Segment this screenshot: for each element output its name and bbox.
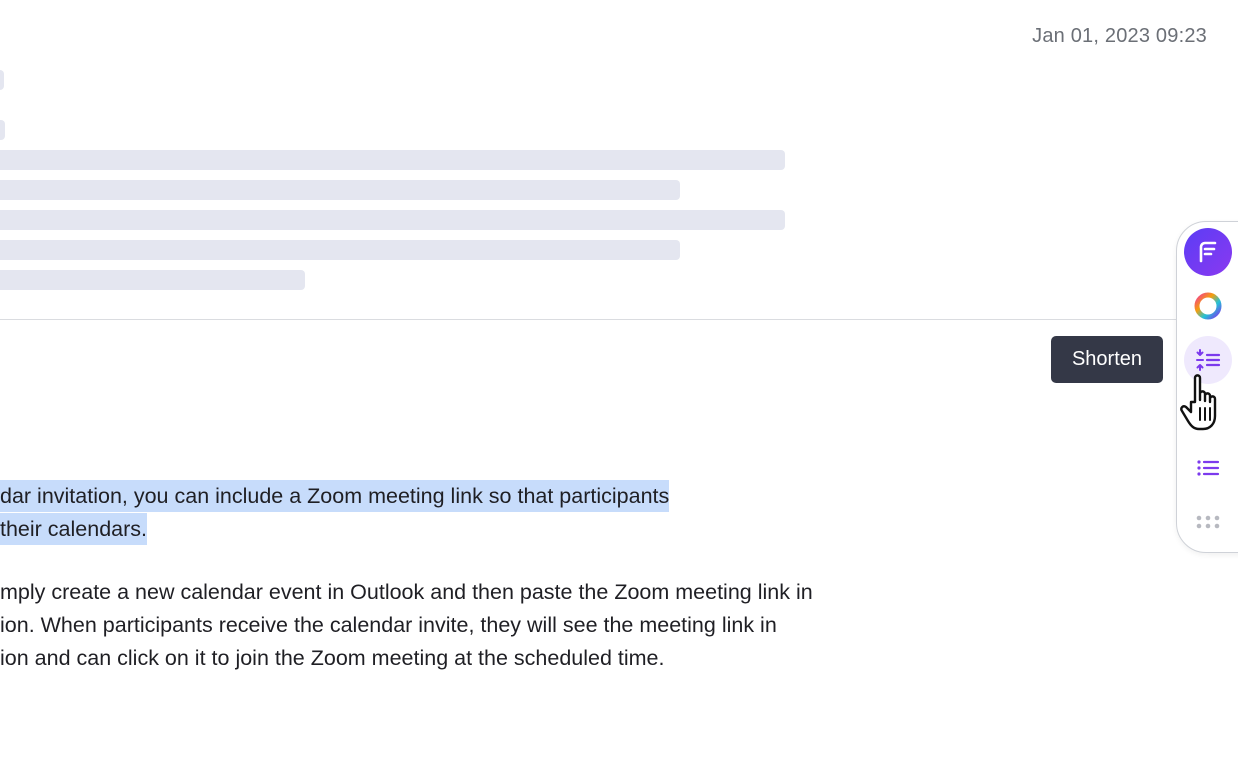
skeleton-line xyxy=(0,70,4,90)
timestamp: Jan 01, 2023 09:23 xyxy=(1032,25,1207,47)
list-icon xyxy=(1197,460,1220,476)
grip-handle[interactable] xyxy=(1184,498,1232,546)
skeleton-line xyxy=(0,270,305,290)
text-line: ion. When participants receive the calen… xyxy=(0,613,777,637)
app-logo-icon xyxy=(1199,241,1217,263)
shorten-icon xyxy=(1196,349,1221,371)
grip-dots-icon xyxy=(1196,515,1220,529)
skeleton-line xyxy=(0,120,5,140)
shorten-tooltip: Shorten xyxy=(1051,336,1163,383)
text-line: ion and can click on it to join the Zoom… xyxy=(0,646,665,670)
divider xyxy=(0,319,1180,320)
selected-paragraph[interactable]: dar invitation, you can include a Zoom m… xyxy=(0,480,670,546)
text-line[interactable]: their calendars. xyxy=(0,513,147,545)
text-line[interactable]: dar invitation, you can include a Zoom m… xyxy=(0,480,670,512)
color-ring-icon xyxy=(1194,292,1222,320)
app-logo-button[interactable] xyxy=(1184,228,1232,276)
hand-cursor-icon xyxy=(1180,374,1217,431)
skeleton-line xyxy=(0,150,785,170)
body-paragraph[interactable]: mply create a new calendar event in Outl… xyxy=(0,576,813,675)
skeleton-line xyxy=(0,240,680,260)
skeleton-line xyxy=(0,210,785,230)
skeleton-line xyxy=(0,180,680,200)
color-ring-button[interactable] xyxy=(1184,282,1232,330)
list-button[interactable] xyxy=(1184,444,1232,492)
text-line: mply create a new calendar event in Outl… xyxy=(0,580,813,604)
